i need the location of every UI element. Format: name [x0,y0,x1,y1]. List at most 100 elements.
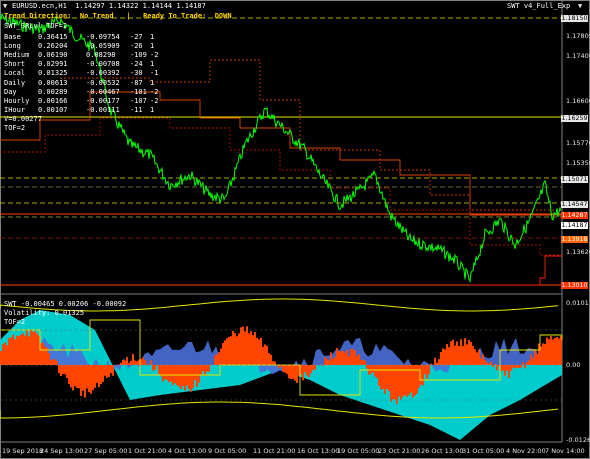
histogram-bar [388,365,390,391]
histogram-bar [122,359,124,365]
time-axis-label: 23 Oct 21:00 [378,447,421,455]
histogram-bar [164,365,166,380]
histogram-bar [544,343,546,365]
histogram-bar [514,365,516,369]
stats-cell-c: -109 [130,51,147,60]
histogram-bar [200,365,202,376]
dropdown-arrow-icon[interactable]: ▼ [3,2,7,10]
histogram-bar [354,350,356,365]
histogram-bar [382,365,384,389]
histogram-bar [214,355,216,365]
histogram-bar [452,339,454,365]
histogram-bar [292,365,294,379]
trail-line-lower [0,117,562,256]
time-axis-label: 4 Oct 13:00 [168,447,207,455]
histogram-bar [92,365,94,391]
histogram-bar [532,358,534,365]
stats-cell-c: -87 [130,78,143,87]
price-axis-label: 1.13010 [561,282,588,289]
histogram-bar [428,365,430,375]
histogram-bar [190,365,192,392]
histogram-bar [230,336,232,365]
histogram-bar [246,326,248,365]
histogram-bar [260,337,262,365]
histogram-bar [350,349,352,365]
histogram-bar [196,365,198,387]
histogram-bar [28,336,30,365]
histogram-bar [512,365,514,368]
histogram-bar [110,365,112,373]
histogram-bar [222,343,224,365]
stats-cell-b: -0.00467 [86,87,120,96]
histogram-bar [22,333,24,365]
histogram-bar [108,365,110,377]
histogram-bar [306,365,308,376]
histogram-bar [488,363,490,365]
time-axis-label: 19 Oct 05:00 [337,447,380,455]
histogram-bar [344,352,346,365]
sub-axis-label: 0.0101 [566,299,589,307]
histogram-bar [302,365,304,381]
time-axis-label: 19 Sep 2018 [2,447,44,455]
price-axis-label: 1.15776 [566,139,590,147]
histogram-bar [2,344,4,365]
histogram-bar [162,365,164,382]
histogram-bar [376,365,378,379]
histogram-bar [244,331,246,365]
histogram-bar [52,359,54,365]
histogram-bar [416,365,418,394]
histogram-bar [72,365,74,391]
histogram-bar [118,364,120,365]
histogram-bar [106,365,108,378]
stats-cell-d: -1 [150,69,159,78]
histogram-bar [378,365,380,386]
histogram-bar [94,365,96,388]
histogram-bar [62,365,64,374]
v-line: V=0.00277 [4,115,42,123]
stats-cell-a: 0.00613 [38,78,68,87]
histogram-bar [12,334,14,365]
histogram-bar [254,332,256,365]
histogram-bar [308,365,310,378]
histogram-bar [158,365,160,375]
histogram-bar [436,362,438,365]
time-axis-label: 7 Nov 14:00 [545,447,585,455]
histogram-bar [232,330,234,365]
indicator-name: SWT v4_Full_Exp [507,2,571,10]
histogram-bar [304,365,306,373]
histogram-bar [438,359,440,365]
histogram-bar [36,333,38,365]
stats-cell-d: 1 [150,105,155,114]
histogram-bar [86,365,88,389]
stats-cell-label: Base [4,33,21,41]
histogram-bar [342,350,344,365]
histogram-bar [124,360,126,365]
trail-line-mid [0,91,562,216]
histogram-bar [104,365,106,376]
histogram-bar [536,354,538,365]
stats-cell-c: -107 [130,96,147,105]
histogram-bar [508,365,510,378]
stats-cell-d: -2 [150,51,159,60]
price-axis-label: 1.17400 [566,52,590,60]
histogram-bar [560,336,562,365]
histogram-bar [484,359,486,365]
histogram-bar [216,354,218,365]
histogram-bar [58,365,60,374]
histogram-bar [542,343,544,365]
histogram-bar [30,329,32,365]
tof-line: TOF=2 [4,124,26,132]
histogram-bar [312,365,314,371]
histogram-bar [468,340,470,365]
indicator-badge: SWT_SRLvl_TOF=2 [4,22,68,30]
histogram-bar [330,352,332,365]
histogram-bar [142,357,144,365]
histogram-bar [460,339,462,365]
histogram-bar [48,353,50,365]
histogram-bar [198,365,200,383]
histogram-bar [486,362,488,365]
stats-cell-d: 1 [150,33,155,41]
histogram-bar [98,365,100,388]
indicator-dropdown-icon[interactable]: ▼ [578,2,582,10]
histogram-bar [82,365,84,391]
